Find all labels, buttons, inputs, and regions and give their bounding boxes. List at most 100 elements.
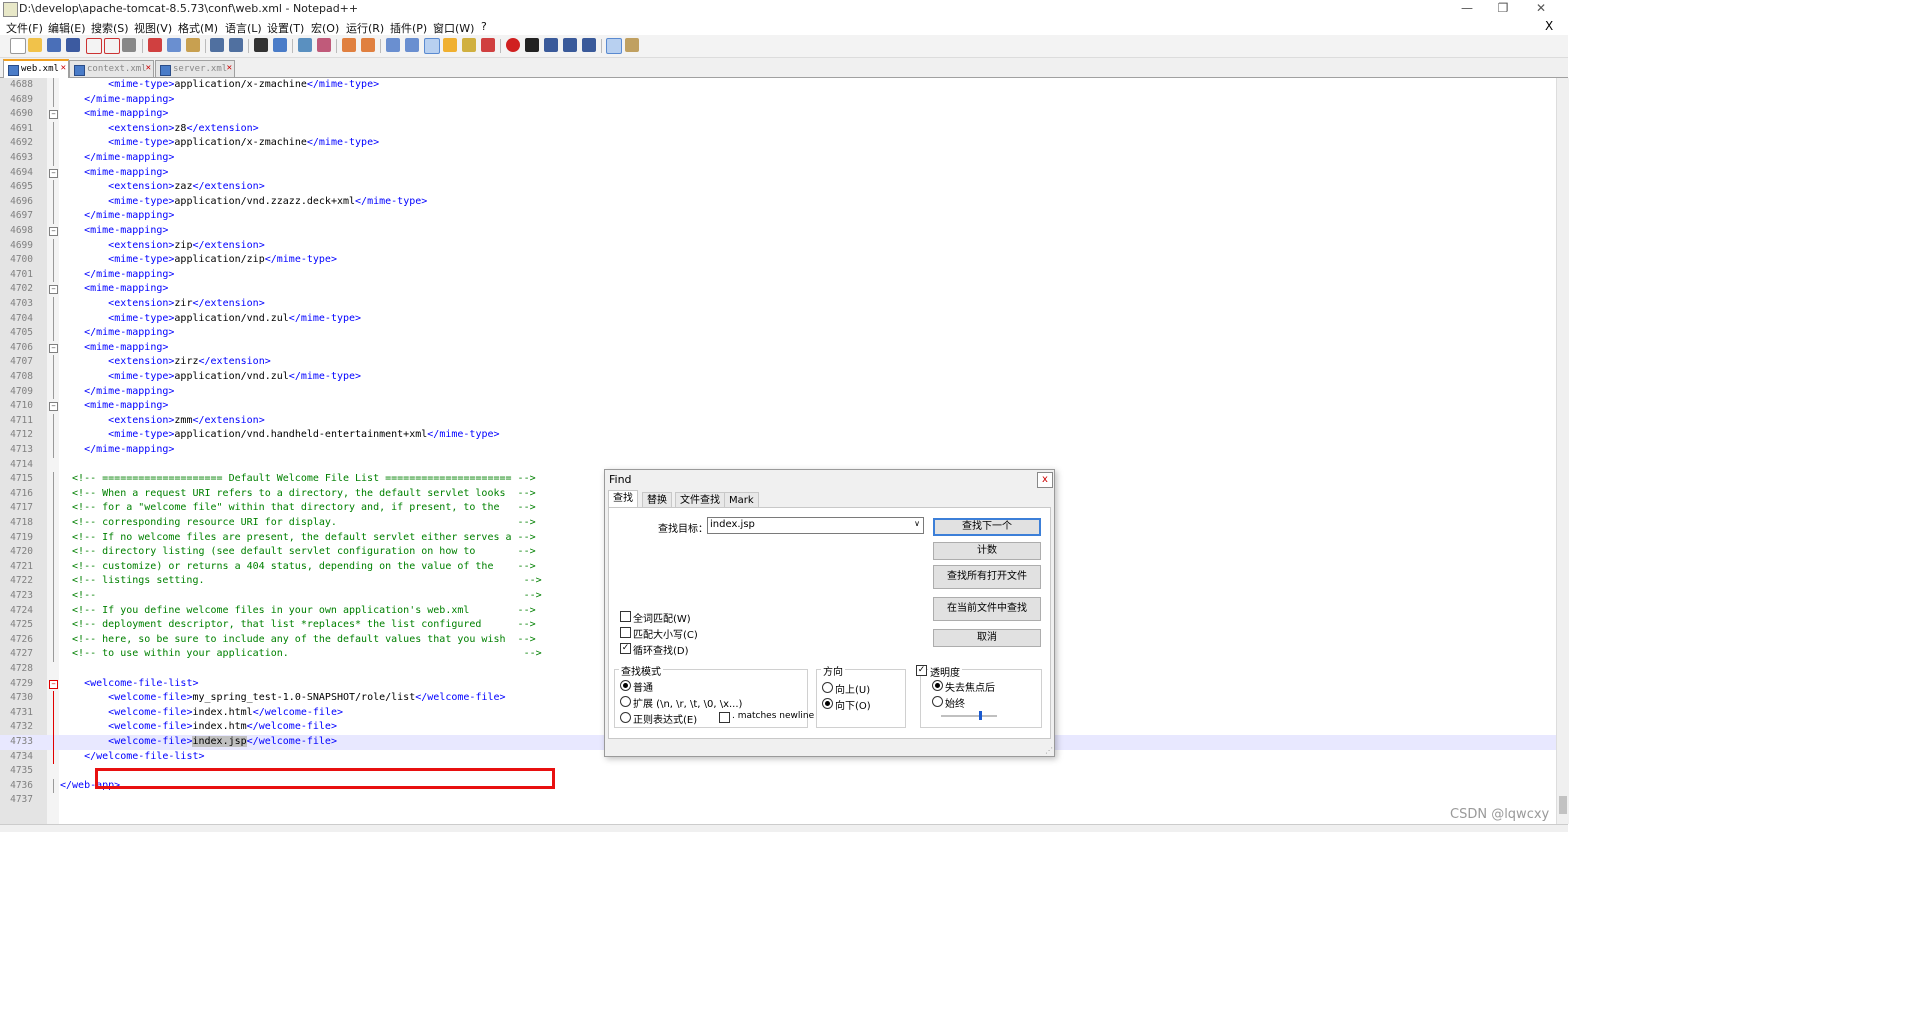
play-macro-icon[interactable] [544, 38, 558, 52]
fold-toggle-icon[interactable]: − [49, 285, 58, 295]
vertical-scrollbar[interactable] [1556, 78, 1569, 824]
code-line[interactable]: 4709 </mime-mapping> [0, 384, 1556, 400]
tab-mark[interactable]: Mark [724, 492, 759, 508]
code-line[interactable]: 4702 − <mime-mapping> [0, 282, 1556, 297]
fold-toggle-icon[interactable]: − [49, 110, 58, 120]
tab-close-icon[interactable]: ✕ [61, 63, 66, 73]
new-file-icon[interactable] [10, 38, 26, 54]
whole-word-checkbox[interactable] [620, 611, 631, 622]
fold-toggle-icon[interactable]: − [49, 227, 58, 236]
tab-close-icon[interactable]: ✕ [146, 63, 151, 73]
fold-toggle-icon[interactable]: − [49, 343, 58, 353]
run-macro-multiple-icon[interactable] [563, 38, 577, 52]
code-line[interactable]: 4694 − <mime-mapping> [0, 166, 1556, 181]
tab-replace[interactable]: 替换 [642, 492, 672, 508]
code-line[interactable]: 4697 </mime-mapping> [0, 209, 1556, 224]
code-line[interactable]: 4710 − <mime-mapping> [0, 399, 1556, 414]
mode-normal-radio[interactable] [620, 680, 631, 691]
sync-vertical-icon[interactable] [342, 38, 356, 52]
menu-macro[interactable]: 宏(O) [311, 20, 339, 36]
print-icon[interactable] [122, 38, 136, 52]
open-file-icon[interactable] [28, 38, 42, 52]
code-line[interactable]: 4704 <mime-type>application/vnd.zul</mim… [0, 311, 1556, 327]
menu-language[interactable]: 语言(L) [225, 20, 262, 36]
slider-handle[interactable] [979, 711, 982, 720]
sync-horizontal-icon[interactable] [361, 38, 375, 52]
menu-plugins[interactable]: 插件(P) [390, 20, 427, 36]
doc-map-icon[interactable] [462, 38, 476, 52]
code-line[interactable]: 4689 </mime-mapping> [0, 92, 1556, 108]
save-icon[interactable] [47, 38, 61, 52]
redo-icon[interactable] [229, 38, 243, 52]
menu-run[interactable]: 运行(R) [346, 20, 384, 36]
fold-toggle-icon[interactable]: − [49, 168, 58, 178]
code-line[interactable]: 4701 </mime-mapping> [0, 267, 1556, 283]
direction-down-radio[interactable] [822, 698, 833, 709]
code-line[interactable]: 4692 <mime-type>application/x-zmachine</… [0, 136, 1556, 151]
fold-toggle-icon[interactable]: − [49, 402, 58, 412]
zoom-out-icon[interactable] [317, 38, 331, 52]
find-all-current-button[interactable]: 在当前文件中查找 [933, 597, 1041, 621]
find-next-button[interactable]: 查找下一个 [933, 518, 1041, 536]
menu-window[interactable]: 窗口(W) [433, 20, 474, 36]
code-line[interactable]: 4693 </mime-mapping> [0, 151, 1556, 166]
paste-icon[interactable] [186, 38, 200, 52]
code-line[interactable]: 4691 <extension>z8</extension> [0, 121, 1556, 137]
find-all-open-button[interactable]: 查找所有打开文件 [933, 565, 1041, 589]
cancel-button[interactable]: 取消 [933, 629, 1041, 647]
cut-icon[interactable] [148, 38, 162, 52]
menu-help[interactable]: ? [481, 20, 487, 33]
wrap-around-checkbox[interactable]: ✓ [620, 643, 631, 654]
tab-find[interactable]: 查找 [608, 490, 638, 508]
menu-settings[interactable]: 设置(T) [267, 20, 304, 36]
scrollbar-thumb[interactable] [1559, 796, 1567, 814]
close-all-icon[interactable] [104, 38, 120, 54]
code-line[interactable]: 4696 <mime-type>application/vnd.zzazz.de… [0, 194, 1556, 210]
minimize-button[interactable]: — [1452, 1, 1482, 15]
copy-icon[interactable] [167, 38, 181, 52]
spell-settings-icon[interactable] [625, 38, 639, 52]
transparency-on-lose-focus-radio[interactable] [932, 680, 943, 691]
code-line[interactable]: 4700 <mime-type>application/zip</mime-ty… [0, 253, 1556, 268]
match-case-checkbox[interactable] [620, 627, 631, 638]
undo-icon[interactable] [210, 38, 224, 52]
language-icon[interactable] [443, 38, 457, 52]
menu-edit[interactable]: 编辑(E) [48, 20, 86, 36]
resize-grip-icon[interactable]: ⋰ [1045, 746, 1053, 755]
code-line[interactable]: 4737 [0, 793, 1556, 808]
word-wrap-icon[interactable] [386, 38, 400, 52]
menu-search[interactable]: 搜索(S) [91, 20, 129, 36]
transparency-slider[interactable] [941, 711, 997, 720]
code-line[interactable]: 4703 <extension>zir</extension> [0, 297, 1556, 312]
indent-guide-icon[interactable] [424, 38, 440, 54]
tab-web-xml[interactable]: web.xml ✕ [3, 59, 69, 78]
code-line[interactable]: 4713 </mime-mapping> [0, 443, 1556, 458]
mode-extended-radio[interactable] [620, 696, 631, 707]
code-line[interactable]: 4712 <mime-type>application/vnd.handheld… [0, 428, 1556, 443]
fold-toggle-icon[interactable]: − [49, 679, 58, 689]
save-all-icon[interactable] [66, 38, 80, 52]
tab-server-xml[interactable]: server.xml ✕ [155, 60, 235, 77]
mode-regex-radio[interactable] [620, 712, 631, 723]
chevron-down-icon[interactable]: ∨ [914, 519, 920, 528]
find-icon[interactable] [254, 38, 268, 52]
code-line[interactable]: 4695 <extension>zaz</extension> [0, 180, 1556, 195]
zoom-in-icon[interactable] [298, 38, 312, 52]
replace-icon[interactable] [273, 38, 287, 52]
code-line[interactable]: 4699 <extension>zip</extension> [0, 238, 1556, 254]
code-line[interactable]: 4688 <mime-type>application/x-zmachine</… [0, 78, 1556, 93]
transparency-checkbox[interactable]: ✓ [916, 665, 927, 676]
code-line[interactable]: 4698 − <mime-mapping> [0, 224, 1556, 239]
save-macro-icon[interactable] [582, 38, 596, 52]
code-line[interactable]: 4707 <extension>zirz</extension> [0, 355, 1556, 370]
matches-newline-checkbox[interactable] [719, 712, 730, 723]
find-what-input[interactable]: index.jsp ∨ [707, 517, 924, 534]
close-window-button[interactable]: ✕ [1526, 1, 1556, 15]
transparency-always-radio[interactable] [932, 696, 943, 707]
code-line[interactable]: 4690 − <mime-mapping> [0, 107, 1556, 122]
tab-close-icon[interactable]: ✕ [227, 63, 232, 73]
close-document-button[interactable]: X [1545, 19, 1553, 33]
menu-view[interactable]: 视图(V) [134, 20, 172, 36]
tab-context-xml[interactable]: context.xml ✕ [69, 60, 154, 77]
count-button[interactable]: 计数 [933, 542, 1041, 560]
